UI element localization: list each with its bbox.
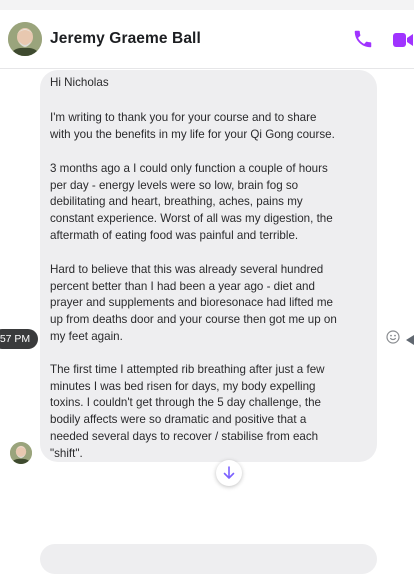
phone-icon[interactable] xyxy=(352,28,374,50)
message-line: minutes I was bed risen for days, my bod… xyxy=(50,379,316,393)
message-line: Hi Nicholas xyxy=(50,76,109,89)
arrow-down-icon xyxy=(223,466,235,479)
message-line: toxins. I couldn't get through the 5 day… xyxy=(50,396,321,410)
contact-avatar[interactable] xyxy=(8,22,42,56)
message-line: needed several days to recover / stabili… xyxy=(50,429,319,443)
message-thread[interactable]: Hi Nicholas I'm writing to thank you for… xyxy=(0,69,414,574)
message-line: up from deaths door and your course then… xyxy=(50,313,337,327)
contact-name[interactable]: Jeremy Graeme Ball xyxy=(50,30,201,48)
message-paragraph: The first time I attempted rib breathing… xyxy=(50,362,325,462)
message-line: with you the benefits in my life for you… xyxy=(50,127,335,141)
message-line: constant experience. Worst of all was my… xyxy=(50,212,333,226)
message-paragraph: 3 months ago a I could only function a c… xyxy=(50,161,333,245)
message-line: Hard to believe that this was already se… xyxy=(50,263,324,276)
more-arrow-icon[interactable] xyxy=(406,332,414,345)
next-message-bubble[interactable] xyxy=(40,544,377,574)
sender-avatar[interactable] xyxy=(10,442,32,464)
message-line: prayer and supplements and bioresonace h… xyxy=(50,296,333,310)
message-line: my feet again. xyxy=(50,329,123,343)
message-line: debilitating and heart, breathing, aches… xyxy=(50,195,303,209)
chat-header: Jeremy Graeme Ball xyxy=(0,10,414,69)
message-paragraph: I'm writing to thank you for your course… xyxy=(50,110,335,143)
message-line: The first time I attempted rib breathing… xyxy=(50,363,325,376)
message-line: aftermath of eating food was painful and… xyxy=(50,228,299,242)
window-top-strip xyxy=(0,0,414,10)
message-line: per day - energy levels were so low, bra… xyxy=(50,178,299,192)
scroll-to-bottom-button[interactable] xyxy=(216,460,242,486)
message-timestamp: 57 PM xyxy=(0,329,38,349)
smiley-icon[interactable] xyxy=(386,330,400,344)
message-paragraph: Hi Nicholas xyxy=(50,75,109,92)
message-line: I'm writing to thank you for your course… xyxy=(50,111,317,124)
message-line: bodily affects were so dramatic and posi… xyxy=(50,413,307,427)
message-line: percent better than I had been a year ag… xyxy=(50,279,315,293)
message-line: "shift". xyxy=(50,446,83,460)
message-line: 3 months ago a I could only function a c… xyxy=(50,162,328,175)
message-paragraph: Hard to believe that this was already se… xyxy=(50,262,337,346)
video-camera-icon[interactable] xyxy=(392,30,414,50)
